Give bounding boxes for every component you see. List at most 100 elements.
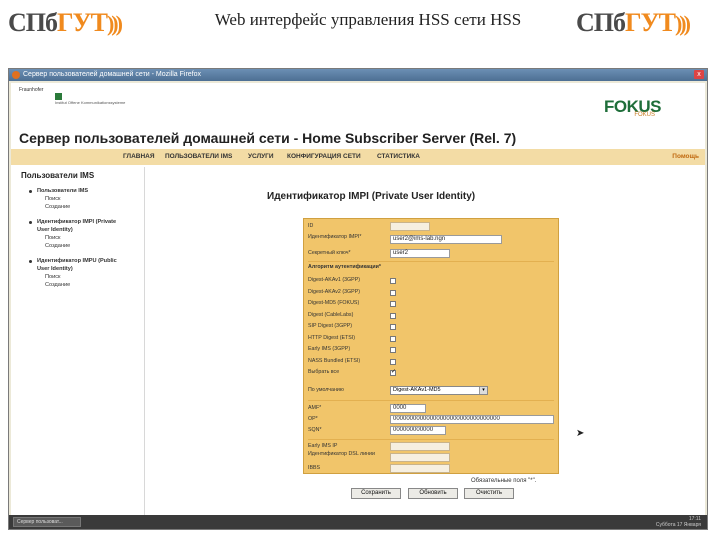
secret-key-input[interactable]: user2 <box>390 249 450 258</box>
auth-method-checkbox[interactable] <box>390 324 396 330</box>
slide-title: Web интерфейс управления HSS сети HSS <box>214 10 522 29</box>
required-fields-note: Обязательные поля "*". <box>471 478 537 484</box>
auth-method-checkbox[interactable] <box>390 368 396 376</box>
auth-method-label: SIP Digest (3GPP) <box>308 323 353 329</box>
sqn-input[interactable]: 000000000000 <box>390 426 446 435</box>
sidebar-link-search[interactable]: Поиск <box>37 234 127 242</box>
auth-method-label: Digest-AKAv1 (3GPP) <box>308 277 361 283</box>
auth-method-label: Digest-AKAv2 (3GPP) <box>308 288 361 295</box>
auth-method-checkbox[interactable] <box>390 358 396 365</box>
nav-statistics[interactable]: СТАТИСТИКА <box>377 149 420 165</box>
firefox-icon <box>12 71 20 79</box>
sidebar-section-impi: Идентификатор IMPI (Private User Identit… <box>29 218 127 250</box>
sidebar-link-search[interactable]: Поиск <box>37 195 117 203</box>
dsl-line-input[interactable] <box>390 453 450 462</box>
auth-method-checkbox[interactable] <box>390 289 396 296</box>
sidebar-section-impu: Идентификатор IMPU (Public User Identity… <box>29 257 127 289</box>
auth-method-label: Digest-MD5 (FOKUS) <box>308 300 360 306</box>
logo-waves: ))) <box>106 11 123 36</box>
chevron-down-icon[interactable]: ▾ <box>479 387 487 394</box>
sqn-label: SQN* <box>308 427 322 433</box>
identity-label: Идентификатор IMPI* <box>308 234 362 240</box>
auth-scheme-label: Алгоритм аутентификации* <box>308 264 381 270</box>
dsl-line-label: Идентификатор DSL линии <box>308 451 375 457</box>
logo-gut-text: ГУТ <box>625 8 676 37</box>
section-head: Идентификатор IMPU (Public User Identity… <box>37 258 117 272</box>
taskbar-window-button[interactable]: Сервер пользоват... <box>13 517 81 527</box>
default-auth-value: Digest-AKAv1-MD5 <box>393 387 441 393</box>
auth-method-checkbox[interactable] <box>390 312 396 319</box>
sidebar-link-create[interactable]: Создание <box>37 203 117 211</box>
logo-spb-text: СПб <box>576 8 626 37</box>
auth-method-label: Digest (CableLabs) <box>308 311 354 318</box>
auth-method-checkbox[interactable] <box>390 278 396 284</box>
op-input[interactable]: 00000000000000000000000000000000 <box>390 415 554 424</box>
nav-network-config[interactable]: КОНФИГУРАЦИЯ СЕТИ <box>287 149 361 165</box>
sidebar-link-search[interactable]: Поиск <box>37 273 127 281</box>
save-button[interactable]: Сохранить <box>351 488 401 499</box>
divider <box>308 261 554 262</box>
mouse-pointer-icon: ➤ <box>576 428 585 439</box>
logo-gut-text: ГУТ <box>57 8 108 37</box>
nav-ims-users[interactable]: ПОЛЬЗОВАТЕЛИ IMS <box>165 149 232 165</box>
auth-method-label: HTTP Digest (ETSI) <box>308 334 355 341</box>
divider <box>308 400 554 401</box>
logo-waves: ))) <box>674 11 691 36</box>
sidebar-title: Пользователи IMS <box>21 171 95 180</box>
section-head: Идентификатор IMPI (Private User Identit… <box>37 219 117 233</box>
op-label: OP* <box>308 416 318 422</box>
nav-services[interactable]: УСЛУГИ <box>248 149 274 165</box>
sidebar: Пользователи IMS Пользователи IMS Поиск … <box>11 167 145 515</box>
spbgut-logo-left: СПбГУТ))) <box>8 8 123 38</box>
institute-subtitle: Institut Offene Kommunikationssysteme <box>55 100 126 105</box>
sidebar-link-create[interactable]: Создание <box>37 281 127 289</box>
section-head: Пользователи IMS <box>37 188 89 194</box>
auth-method-label: Выбрать все <box>308 369 340 375</box>
identity-input[interactable]: user2@ims-lab.ngn <box>390 235 502 244</box>
page-heading: Сервер пользователей домашней сети - Hom… <box>19 130 517 146</box>
form-title: Идентификатор IMPI (Private User Identit… <box>267 191 476 202</box>
amf-label: AMF* <box>308 405 322 411</box>
auth-method-label: Early IMS (3GPP) <box>308 346 351 352</box>
nav-home[interactable]: ГЛАВНАЯ <box>123 149 155 165</box>
institute-logo-square <box>55 93 62 100</box>
auth-method-label: NASS Bundled (ETSI) <box>308 357 361 364</box>
id-label: ID <box>308 223 314 229</box>
clock-date: Суббота 17 Января <box>655 522 701 528</box>
window-title: Сервер пользователей домашней сети - Moz… <box>23 71 202 78</box>
bullet-icon <box>29 221 32 224</box>
id-field <box>390 222 430 231</box>
impi-form: ID Идентификатор IMPI* user2@ims-lab.ngn… <box>303 218 559 474</box>
main-navbar: ГЛАВНАЯ ПОЛЬЗОВАТЕЛИ IMS УСЛУГИ КОНФИГУР… <box>11 149 705 165</box>
help-link[interactable]: Помощь <box>672 149 699 165</box>
early-ims-ip-input[interactable] <box>390 442 450 451</box>
spbgut-logo-right: СПбГУТ))) <box>576 8 691 38</box>
sidebar-link-create[interactable]: Создание <box>37 242 127 250</box>
logo-spb-text: СПб <box>8 8 58 37</box>
amf-input[interactable]: 0000 <box>390 404 426 413</box>
bullet-icon <box>29 260 32 263</box>
divider <box>308 439 554 440</box>
auth-method-checkbox[interactable] <box>390 335 396 342</box>
fraunhofer-logo: Fraunhofer Institut Offene Kommunikation… <box>19 87 125 105</box>
auth-method-checkbox[interactable] <box>390 301 396 307</box>
auth-method-checkbox[interactable] <box>390 347 396 353</box>
fokus-logo-sub: FOKUS <box>634 112 655 118</box>
system-tray-clock: 17:11 Суббота 17 Января <box>656 516 701 528</box>
institute-name: Fraunhofer <box>19 87 44 93</box>
page-content: Fraunhofer Institut Offene Kommunikation… <box>11 83 705 515</box>
default-auth-label: По умолчанию <box>308 387 344 393</box>
bullet-icon <box>29 190 32 193</box>
window-titlebar[interactable]: Сервер пользователей домашней сети - Moz… <box>9 69 707 81</box>
default-auth-select[interactable]: Digest-AKAv1-MD5 ▾ <box>390 386 488 395</box>
line-id-label: IBBS <box>308 465 321 471</box>
line-id-input[interactable] <box>390 464 450 473</box>
taskbar: Сервер пользоват... 17:11 Суббота 17 Янв… <box>9 515 707 529</box>
clear-button[interactable]: Очистить <box>464 488 514 499</box>
close-button[interactable]: x <box>694 70 704 79</box>
early-ims-ip-label: Early IMS IP <box>308 443 338 449</box>
secret-label: Секретный ключ* <box>308 250 351 256</box>
refresh-button[interactable]: Обновить <box>408 488 458 499</box>
sidebar-section-ims-users: Пользователи IMS Поиск Создание <box>29 187 117 211</box>
browser-window: Сервер пользователей домашней сети - Moz… <box>8 68 708 530</box>
